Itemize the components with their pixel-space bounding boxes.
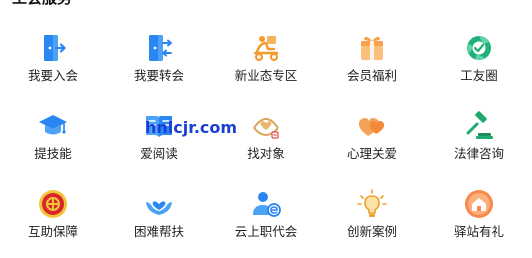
service-label: 提技能: [34, 146, 72, 161]
service-label: 驿站有礼: [453, 224, 504, 239]
service-label: 法律咨询: [453, 146, 504, 161]
service-label: 新业态专区: [234, 68, 298, 83]
service-label: 找对象: [247, 146, 285, 161]
service-label: 我要入会: [27, 68, 78, 83]
lightbulb-icon: [356, 188, 388, 220]
graduation-cap-icon: [37, 110, 69, 142]
service-label: 工友圈: [460, 68, 498, 83]
service-worker-circle[interactable]: 工友圈: [426, 32, 532, 102]
user-e-icon: [250, 188, 282, 220]
door-enter-icon: [37, 32, 69, 64]
gift-box-icon: [356, 32, 388, 64]
delivery-scooter-icon: [250, 32, 282, 64]
service-innovation-cases[interactable]: 创新案例: [319, 188, 425, 258]
service-skills[interactable]: 提技能: [0, 110, 106, 180]
service-label: 困难帮扶: [133, 224, 184, 239]
union-emblem-icon: [37, 188, 69, 220]
service-mutual-aid[interactable]: 互助保障: [0, 188, 106, 258]
circle-community-icon: [463, 32, 495, 64]
service-label: 互助保障: [27, 224, 78, 239]
service-mental-care[interactable]: 心理关爱: [319, 110, 425, 180]
service-label: 创新案例: [346, 224, 397, 239]
service-new-business[interactable]: 新业态专区: [213, 32, 319, 102]
watermark-text: hnlcjr.com: [145, 118, 238, 137]
service-join-union[interactable]: 我要入会: [0, 32, 106, 102]
service-legal-consult[interactable]: 法律咨询: [426, 110, 532, 180]
door-transfer-icon: [143, 32, 175, 64]
service-label: 我要转会: [133, 68, 184, 83]
gavel-icon: [463, 110, 495, 142]
service-label: 会员福利: [346, 68, 397, 83]
service-transfer-union[interactable]: 我要转会: [106, 32, 212, 102]
service-cloud-congress[interactable]: 云上职代会: [213, 188, 319, 258]
service-label: 心理关爱: [346, 146, 397, 161]
house-badge-icon: [463, 188, 495, 220]
service-grid: 我要入会 我要转会 新业态专区 会员福利 工友圈 提技能 爱阅读 找对象 心理关…: [0, 0, 532, 253]
service-member-benefits[interactable]: 会员福利: [319, 32, 425, 102]
hearts-icon: [356, 110, 388, 142]
service-station-gifts[interactable]: 驿站有礼: [426, 188, 532, 258]
service-label: 爱阅读: [140, 146, 178, 161]
service-hardship-help[interactable]: 困难帮扶: [106, 188, 212, 258]
helping-hands-icon: [143, 188, 175, 220]
matchmaking-icon: [250, 110, 282, 142]
service-label: 云上职代会: [234, 224, 298, 239]
